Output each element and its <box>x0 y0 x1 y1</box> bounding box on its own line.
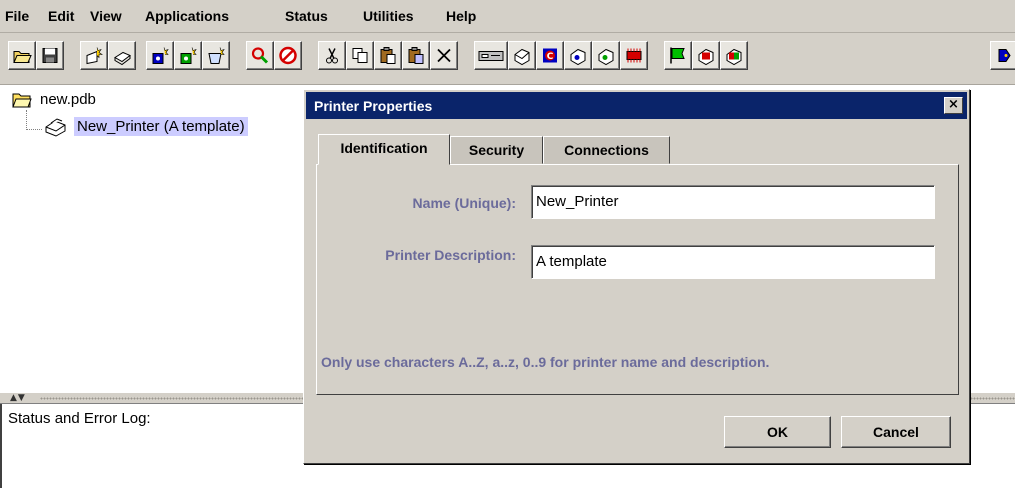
new-item-button[interactable] <box>80 41 108 70</box>
printer-status-button[interactable] <box>592 41 620 70</box>
tab-security[interactable]: Security <box>450 136 543 164</box>
network-card-button[interactable] <box>620 41 648 70</box>
tab-identification[interactable]: Identification <box>318 134 450 165</box>
menu-view[interactable]: View <box>90 8 122 24</box>
close-icon: × <box>948 97 959 112</box>
device-icon <box>478 51 504 61</box>
printer-warning-icon <box>726 48 742 66</box>
menu-edit[interactable]: Edit <box>48 8 74 24</box>
device-button[interactable] <box>474 41 508 70</box>
blue-tag-button[interactable] <box>990 41 1015 70</box>
paste-special-button[interactable] <box>402 41 430 70</box>
menu-bar: File Edit View Applications Status Utili… <box>0 0 1015 33</box>
green-flag-icon <box>670 47 685 64</box>
open-folder-icon <box>12 93 32 108</box>
paste-icon <box>380 47 396 64</box>
printer-icon <box>514 48 530 66</box>
red-printer-icon: C <box>543 48 557 63</box>
tree-root-label: new.pdb <box>40 91 96 108</box>
delete-button[interactable] <box>430 41 458 70</box>
new-green-object-button[interactable] <box>174 41 202 70</box>
printer-config-icon <box>570 48 586 66</box>
menu-status[interactable]: Status <box>285 8 328 24</box>
printer-icon <box>45 118 66 137</box>
printer-alert-icon <box>698 48 714 66</box>
green-flag-button[interactable] <box>664 41 692 70</box>
tree-connector <box>26 110 27 130</box>
find-icon <box>251 47 269 64</box>
printer-description-field[interactable]: A template <box>531 245 935 279</box>
new-printer-button[interactable] <box>108 41 136 70</box>
cut-button[interactable] <box>318 41 346 70</box>
new-blue-object-icon <box>152 47 169 64</box>
printer-button[interactable] <box>508 41 536 70</box>
find-button[interactable] <box>246 41 274 70</box>
printer-warning-button[interactable] <box>720 41 748 70</box>
new-item-icon <box>86 47 103 65</box>
save-button[interactable] <box>36 41 64 70</box>
ok-button[interactable]: OK <box>724 416 831 448</box>
description-label: Printer Description: <box>385 247 516 263</box>
printer-properties-dialog: Printer Properties × Identification Secu… <box>303 89 970 464</box>
paste-special-icon <box>408 47 424 64</box>
tree-connector <box>26 129 42 130</box>
printer-status-icon <box>598 48 614 66</box>
new-green-object-icon <box>180 47 197 64</box>
status-log-label: Status and Error Log: <box>8 410 151 427</box>
name-label: Name (Unique): <box>412 195 516 211</box>
toolbar: C <box>0 33 1015 85</box>
tree-node-label: New_Printer (A template) <box>74 117 248 136</box>
menu-utilities[interactable]: Utilities <box>363 8 414 24</box>
cut-icon <box>326 48 338 64</box>
copy-button[interactable] <box>346 41 374 70</box>
new-queue-button[interactable] <box>202 41 230 70</box>
open-folder-icon <box>13 51 32 63</box>
network-card-icon <box>626 48 642 63</box>
printer-config-button[interactable] <box>564 41 592 70</box>
naming-hint: Only use characters A..Z, a..z, 0..9 for… <box>321 354 770 370</box>
tab-connections[interactable]: Connections <box>543 136 670 164</box>
new-blue-object-button[interactable] <box>146 41 174 70</box>
close-button[interactable]: × <box>944 97 963 114</box>
menu-file[interactable]: File <box>5 8 29 24</box>
stop-icon <box>279 46 297 65</box>
menu-help[interactable]: Help <box>446 8 476 24</box>
new-queue-icon <box>208 47 225 64</box>
paste-button[interactable] <box>374 41 402 70</box>
printer-name-field[interactable]: New_Printer <box>531 185 935 219</box>
dialog-title-bar[interactable]: Printer Properties × <box>306 92 967 119</box>
dialog-title: Printer Properties <box>314 98 433 114</box>
svg-text:C: C <box>547 52 554 62</box>
delete-icon <box>437 48 451 63</box>
copy-icon <box>352 48 368 63</box>
new-printer-icon <box>114 51 131 66</box>
splitter-arrows-icon[interactable]: ▲▼ <box>10 393 26 403</box>
open-button[interactable] <box>8 41 36 70</box>
cancel-button[interactable]: Cancel <box>841 416 951 448</box>
stop-button[interactable] <box>274 41 302 70</box>
printer-alert-button[interactable] <box>692 41 720 70</box>
blue-tag-icon <box>998 49 1011 62</box>
red-printer-button[interactable]: C <box>536 41 564 70</box>
menu-applications[interactable]: Applications <box>145 8 229 24</box>
save-icon <box>42 48 58 63</box>
